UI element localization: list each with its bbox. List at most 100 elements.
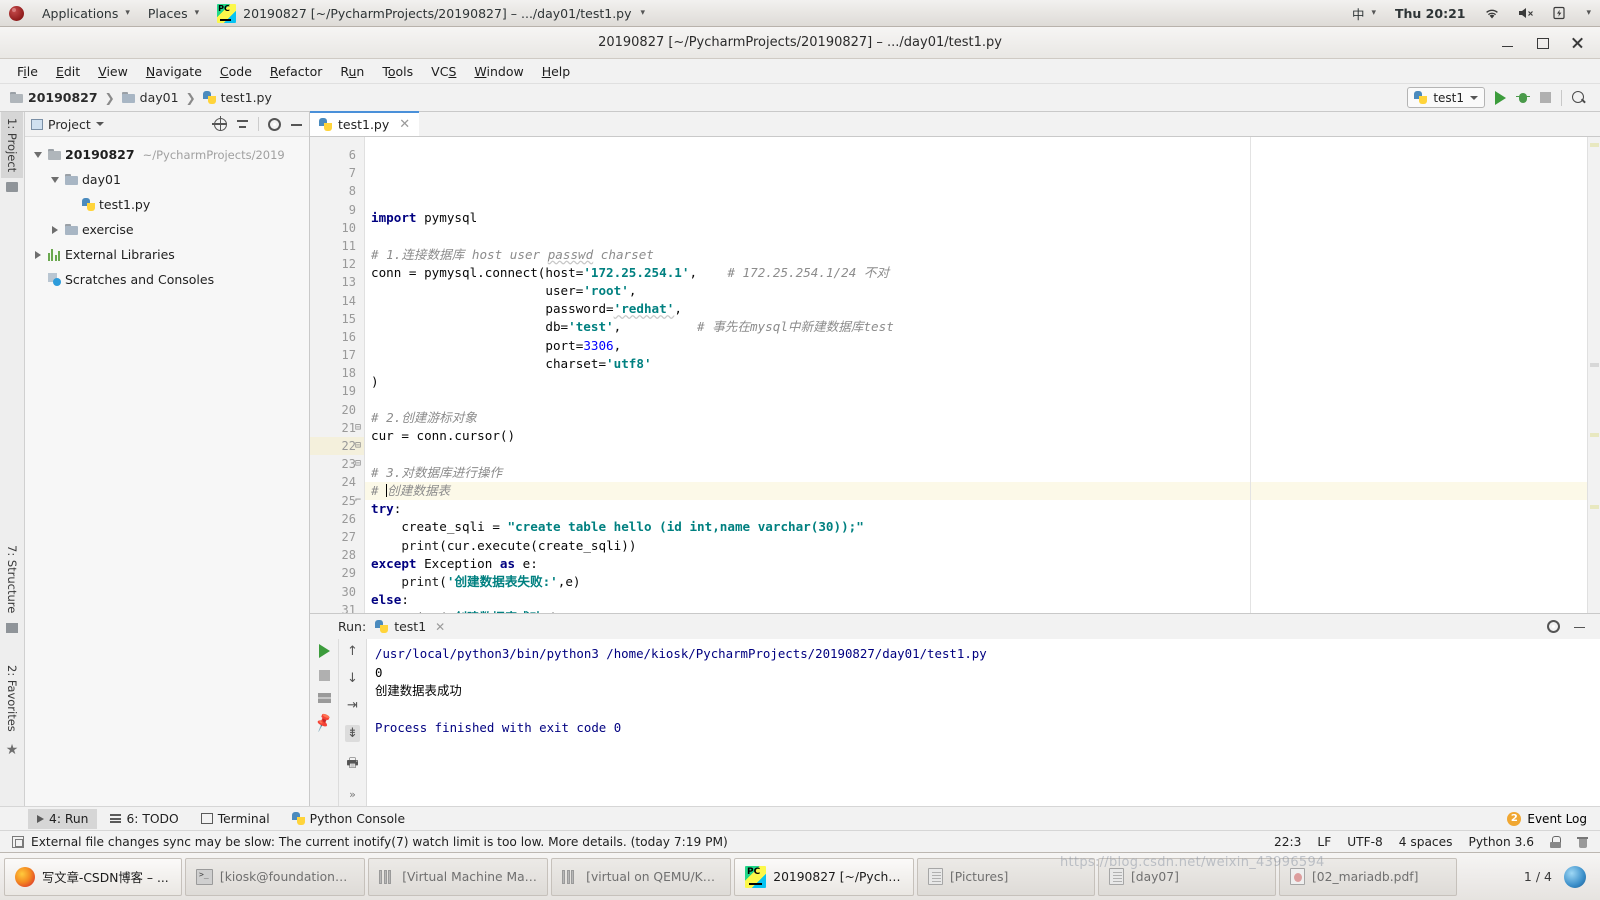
clock[interactable]: Thu 20:21 <box>1385 6 1475 21</box>
editor-markers-gutter[interactable] <box>1587 137 1600 613</box>
line-number-gutter[interactable]: 6 7 8 9 10 11 12 13 14 15 16 17 18 19 20 21 22 23 24 25 26 27… <box>310 137 365 613</box>
menu-file[interactable]: File <box>8 62 47 81</box>
code-line[interactable] <box>365 227 1587 245</box>
taskbar-item-day07[interactable]: [day07] <box>1098 857 1276 896</box>
tree-node[interactable]: exercise <box>25 217 309 242</box>
caret-position[interactable]: 22:3 <box>1274 835 1301 849</box>
volume-muted-icon[interactable] <box>1509 0 1544 27</box>
menu-tools[interactable]: Tools <box>373 62 422 81</box>
menu-view[interactable]: View <box>89 62 137 81</box>
indent-setting[interactable]: 4 spaces <box>1399 835 1453 849</box>
scroll-to-end-icon[interactable]: ⇟ <box>345 725 360 742</box>
editor-viewport[interactable]: 6 7 8 9 10 11 12 13 14 15 16 17 18 19 20 21 22 23 24 25 26 27… <box>310 137 1600 613</box>
code-line[interactable]: else: <box>365 591 1587 609</box>
code-line[interactable]: print('创建数据表失败:',e) <box>365 573 1587 591</box>
pin-icon[interactable]: 📌 <box>313 713 335 734</box>
debug-button[interactable] <box>1516 91 1530 104</box>
code-line[interactable]: user='root', <box>365 282 1587 300</box>
tree-node[interactable]: 20190827 ~/PycharmProjects/2019 <box>25 142 309 167</box>
stop-button[interactable] <box>318 670 330 681</box>
code-line[interactable]: ) <box>365 373 1587 391</box>
run-button[interactable] <box>1495 90 1506 105</box>
code-line[interactable] <box>365 391 1587 409</box>
places-menu[interactable]: Places <box>139 0 208 27</box>
breadcrumb-folder[interactable]: day01 <box>120 90 181 105</box>
taskbar-item-terminal[interactable]: [kiosk@foundation6O... <box>185 857 365 896</box>
chevron-down-icon[interactable] <box>50 176 59 183</box>
tab-terminal[interactable]: Terminal <box>192 809 279 829</box>
tree-node[interactable]: Scratches and Consoles <box>25 267 309 292</box>
menu-window[interactable]: Window <box>465 62 532 81</box>
system-menu[interactable] <box>1575 0 1600 27</box>
code-line[interactable]: charset='utf8' <box>365 355 1587 373</box>
sidebar-item-favorites[interactable]: 2: Favorites <box>1 659 23 738</box>
workspace-switcher-icon[interactable] <box>1564 865 1586 888</box>
close-button[interactable] <box>1571 36 1584 49</box>
tab-todo[interactable]: 6: TODO <box>101 809 187 829</box>
down-arrow-icon[interactable]: ↓ <box>347 671 358 686</box>
code-line[interactable]: # 创建数据表 <box>365 482 1587 501</box>
code-line[interactable]: print(cur.execute(create_sqli)) <box>365 537 1587 555</box>
code-line[interactable]: # 1.连接数据库 host user passwd charset <box>365 246 1587 264</box>
search-everywhere-icon[interactable] <box>1572 90 1586 105</box>
code-line[interactable]: cur = conn.cursor() <box>365 427 1587 445</box>
file-encoding[interactable]: UTF-8 <box>1347 835 1383 849</box>
minimize-button[interactable] <box>1501 36 1514 49</box>
fedora-logo[interactable] <box>0 0 33 27</box>
python-interpreter[interactable]: Python 3.6 <box>1468 835 1534 849</box>
taskbar-item-pictures[interactable]: [Pictures] <box>917 857 1095 896</box>
taskbar-item-firefox[interactable]: 写文章-CSDN博客 – ... <box>4 857 182 896</box>
stop-button[interactable] <box>1540 92 1551 103</box>
code-line[interactable]: conn = pymysql.connect(host='172.25.254.… <box>365 264 1587 282</box>
chevron-down-icon[interactable] <box>33 151 42 158</box>
soft-wrap-icon[interactable]: ⇥ <box>347 698 358 713</box>
close-icon[interactable]: ✕ <box>399 117 410 132</box>
run-console-output[interactable]: /usr/local/python3/bin/python3 /home/kio… <box>366 639 1600 806</box>
fold-marker-icon[interactable]: ⊟ <box>352 419 364 437</box>
menu-edit[interactable]: Edit <box>47 62 89 81</box>
project-panel-title-group[interactable]: Project <box>31 117 104 132</box>
chevron-right-icon[interactable] <box>34 250 41 259</box>
taskbar-item-vmm[interactable]: [Virtual Machine Mana... <box>368 857 548 896</box>
code-line[interactable]: import pymysql <box>365 209 1587 227</box>
code-line[interactable] <box>365 446 1587 464</box>
sidebar-item-project[interactable]: 1: Project <box>1 112 23 179</box>
breadcrumb-project[interactable]: 20190827 <box>8 90 100 105</box>
code-line[interactable] <box>365 191 1587 209</box>
hide-panel-icon[interactable] <box>1573 621 1586 633</box>
sidebar-item-structure[interactable]: 7: Structure <box>1 539 23 619</box>
fold-marker-icon[interactable]: ⊟ <box>352 455 364 473</box>
code-line[interactable]: port=3306, <box>365 337 1587 355</box>
rerun-button[interactable] <box>318 644 330 658</box>
code-line[interactable]: db='test', # 事先在mysql中新建数据库test <box>365 318 1587 336</box>
run-panel-tab[interactable]: test1 ✕ <box>375 619 445 634</box>
more-icon[interactable]: » <box>349 788 356 801</box>
tree-node[interactable]: test1.py <box>25 192 309 217</box>
trash-icon[interactable] <box>1577 836 1588 848</box>
code-line[interactable]: # 3.对数据库进行操作 <box>365 464 1587 482</box>
collapse-all-icon[interactable] <box>236 118 249 130</box>
taskbar-item-qemu[interactable]: [virtual on QEMU/KVM] <box>551 857 731 896</box>
fold-marker-icon[interactable]: ⌐ <box>352 492 364 510</box>
run-configuration-selector[interactable]: test1 <box>1407 87 1485 108</box>
console-view-icon[interactable] <box>317 693 331 703</box>
status-message[interactable]: External file changes sync may be slow: … <box>31 835 728 849</box>
print-icon[interactable]: 🖶 <box>346 754 358 776</box>
taskbar-item-pdf[interactable]: [02_mariadb.pdf] <box>1279 857 1457 896</box>
tab-python-console[interactable]: Python Console <box>283 809 414 829</box>
tab-run[interactable]: 4: Run <box>28 808 98 829</box>
input-method-indicator[interactable]: 中 <box>1343 0 1385 27</box>
chevron-right-icon[interactable] <box>51 225 58 234</box>
code-line[interactable]: password='redhat', <box>365 300 1587 318</box>
applications-menu[interactable]: Applications <box>33 0 139 27</box>
close-icon[interactable]: ✕ <box>435 620 445 634</box>
code-line[interactable]: except Exception as e: <box>365 555 1587 573</box>
taskbar-item-pycharm[interactable]: 20190827 [~/Pycha... <box>734 857 914 896</box>
menu-help[interactable]: Help <box>533 62 580 81</box>
menu-vcs[interactable]: VCS <box>422 62 465 81</box>
line-separator[interactable]: LF <box>1317 835 1331 849</box>
code-line[interactable]: print('创建数据表成功') <box>365 609 1587 613</box>
lock-icon[interactable] <box>1550 835 1561 848</box>
code-line[interactable]: create_sqli = "create table hello (id in… <box>365 518 1587 536</box>
tree-node[interactable]: day01 <box>25 167 309 192</box>
